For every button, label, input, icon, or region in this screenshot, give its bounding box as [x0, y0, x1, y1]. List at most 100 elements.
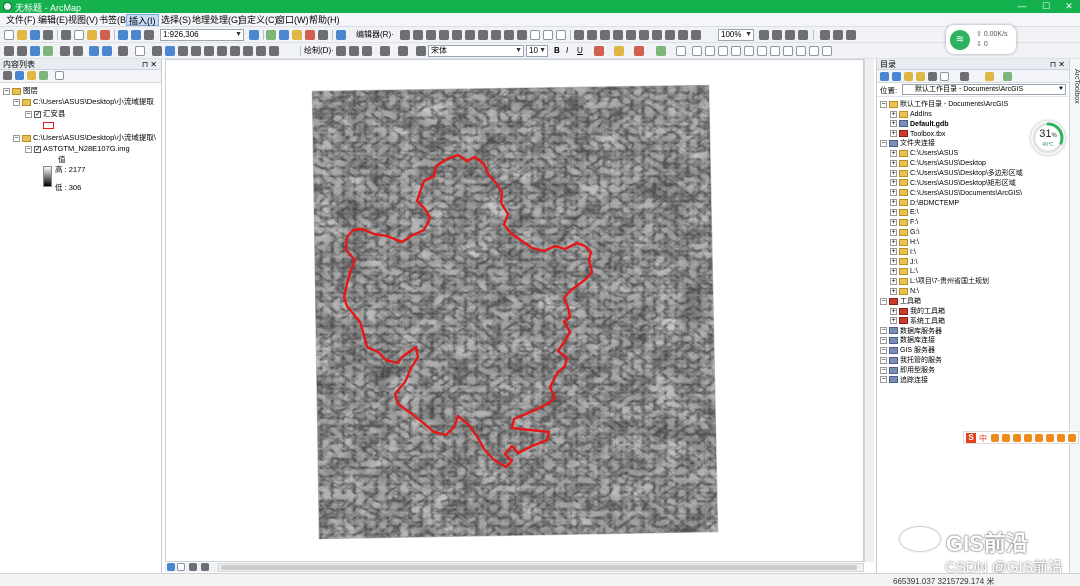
- ungroup-icon[interactable]: [757, 46, 767, 56]
- list-by-source-icon[interactable]: [15, 71, 24, 80]
- voice-icon[interactable]: [1013, 434, 1021, 442]
- catalog-item[interactable]: + L:\: [890, 267, 918, 276]
- zoom-100-icon[interactable]: [639, 30, 649, 40]
- sketch-properties-icon[interactable]: [543, 30, 553, 40]
- catalog-item[interactable]: + G:\: [890, 228, 919, 237]
- edit-vertices-icon[interactable]: [465, 30, 475, 40]
- layout-zoom-combo[interactable]: 100% ▼: [718, 29, 754, 41]
- home-folder-icon[interactable]: [916, 72, 925, 81]
- table-icon[interactable]: [833, 30, 843, 40]
- align-right-icon[interactable]: [718, 46, 728, 56]
- split-icon[interactable]: [504, 30, 514, 40]
- connect-folder-icon[interactable]: [940, 72, 949, 81]
- menu-view[interactable]: 视图(V): [66, 14, 100, 26]
- menu-customize[interactable]: 自定义(C): [236, 14, 280, 26]
- data-view-icon[interactable]: [167, 563, 175, 571]
- align-center-icon[interactable]: [705, 46, 715, 56]
- endpoint-arc-icon[interactable]: [426, 30, 436, 40]
- catalog-item[interactable]: − 追踪连接: [880, 376, 928, 385]
- rotate-icon[interactable]: [517, 30, 527, 40]
- map-vertical-scrollbar[interactable]: [864, 59, 874, 562]
- python-window-icon[interactable]: [318, 30, 328, 40]
- table-of-contents-icon[interactable]: [266, 30, 276, 40]
- trace-icon[interactable]: [439, 30, 449, 40]
- font-size-combo[interactable]: 10 ▼: [526, 45, 548, 57]
- font-name-combo[interactable]: 宋体 ▼: [428, 45, 524, 57]
- catalog-item[interactable]: + F:\: [890, 218, 918, 227]
- layout-zoom-out-icon[interactable]: [600, 30, 610, 40]
- expand-icon[interactable]: +: [890, 199, 897, 207]
- shirt-icon[interactable]: [1057, 434, 1065, 442]
- expand-icon[interactable]: +: [890, 228, 897, 236]
- zoom-whole-page-icon[interactable]: [626, 30, 636, 40]
- create-features-icon[interactable]: [556, 30, 566, 40]
- go-to-xy-icon[interactable]: [204, 46, 214, 56]
- toggle-contents-icon[interactable]: [928, 72, 937, 81]
- editor-toolbar-icon[interactable]: [249, 30, 259, 40]
- bold-button[interactable]: B: [554, 46, 560, 56]
- layout-pan-icon[interactable]: [613, 30, 623, 40]
- expand-icon[interactable]: +: [890, 209, 897, 216]
- menu-insert[interactable]: 插入(I): [126, 14, 159, 26]
- expand-icon[interactable]: +: [890, 159, 897, 167]
- toolbox-icon[interactable]: [1046, 434, 1054, 442]
- create-viewer-icon[interactable]: [269, 46, 279, 56]
- search-window-icon[interactable]: [292, 30, 302, 40]
- menu-file[interactable]: 文件(F): [4, 14, 38, 26]
- collapse-icon[interactable]: −: [880, 297, 887, 305]
- catalog-item[interactable]: − 数据库连接: [880, 336, 935, 345]
- catalog-item[interactable]: − GIS 服务器: [880, 346, 935, 355]
- toc-options-icon[interactable]: [55, 71, 64, 80]
- editor-menu[interactable]: 编辑器(R)·: [356, 30, 394, 40]
- delete-icon[interactable]: [100, 30, 110, 40]
- print-icon[interactable]: [43, 30, 53, 40]
- scrollbar-thumb[interactable]: [221, 565, 857, 570]
- text-draw-icon[interactable]: [380, 46, 390, 56]
- find-route-icon[interactable]: [191, 46, 201, 56]
- menu-selection[interactable]: 选择(S): [159, 14, 193, 26]
- catalog-item[interactable]: − 我托管的服务: [880, 356, 942, 365]
- catalog-item[interactable]: + 系统工具箱: [890, 317, 945, 326]
- expand-icon[interactable]: +: [890, 287, 897, 295]
- copy-icon[interactable]: [74, 30, 84, 40]
- group-icon[interactable]: [744, 46, 754, 56]
- map-view[interactable]: [165, 59, 864, 562]
- catalog-options-icon[interactable]: [1003, 72, 1012, 81]
- location-combo[interactable]: 默认工作目录 - Documents\ArcGIS ▼: [902, 84, 1066, 95]
- close-button[interactable]: ✕: [1057, 0, 1080, 13]
- layout-zoom-in-icon[interactable]: [587, 30, 597, 40]
- cut-icon[interactable]: [61, 30, 71, 40]
- list-by-selection-icon[interactable]: [39, 71, 48, 80]
- forward-icon[interactable]: [892, 72, 901, 81]
- select-pointer-icon[interactable]: [336, 46, 346, 56]
- catalog-item[interactable]: − 文件夹连接: [880, 139, 935, 148]
- line-color-icon[interactable]: [634, 46, 644, 56]
- back-icon[interactable]: [880, 72, 889, 81]
- catalog-item[interactable]: + C:\Users\ASUS\Desktop\矩形区域: [890, 179, 1016, 188]
- collapse-icon[interactable]: −: [880, 376, 887, 384]
- marker-color-icon[interactable]: [656, 46, 666, 56]
- layout-view-icon[interactable]: [177, 563, 185, 571]
- new-document-icon[interactable]: [4, 30, 14, 40]
- catalog-item[interactable]: − 数据库服务器: [880, 327, 942, 336]
- catalog-item[interactable]: + J:\: [890, 258, 917, 267]
- expand-icon[interactable]: +: [890, 307, 897, 315]
- catalog-window-icon[interactable]: [279, 30, 289, 40]
- expand-icon[interactable]: +: [890, 130, 897, 138]
- fixed-zoom-in-icon[interactable]: [652, 30, 662, 40]
- go-back-extent-icon[interactable]: [678, 30, 688, 40]
- fixed-zoom-out-icon[interactable]: [665, 30, 675, 40]
- undo-icon[interactable]: [118, 30, 128, 40]
- expand-icon[interactable]: +: [890, 277, 897, 285]
- expand-icon[interactable]: +: [890, 169, 897, 177]
- layer-row-dem[interactable]: − ✓ ASTGTM_N28E107G.img: [25, 144, 130, 154]
- data-driven-pages-icon[interactable]: [798, 30, 808, 40]
- redo-icon[interactable]: [131, 30, 141, 40]
- keyboard-icon[interactable]: [1024, 434, 1032, 442]
- select-elements-icon[interactable]: [152, 46, 162, 56]
- collapse-icon[interactable]: −: [880, 337, 887, 345]
- rotate-flip-icon[interactable]: [796, 46, 806, 56]
- ime-mode[interactable]: 中: [979, 433, 987, 444]
- catalog-item[interactable]: + N:\: [890, 287, 919, 296]
- expand-icon[interactable]: +: [890, 248, 897, 256]
